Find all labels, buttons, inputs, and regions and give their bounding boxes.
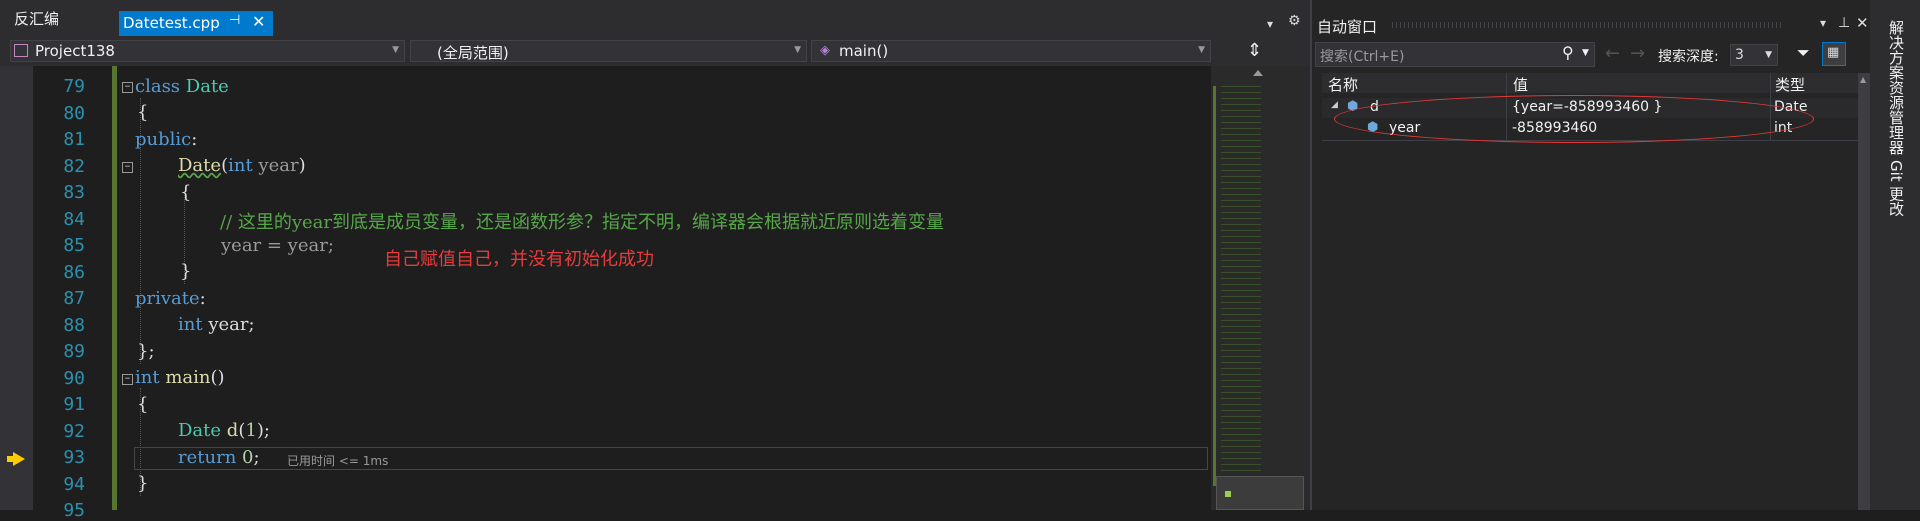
code-line-82: Date(int year) xyxy=(178,155,306,176)
code-line-89: }; xyxy=(137,341,155,362)
code-line-90: int main() xyxy=(135,367,225,388)
code-line-88: int year; xyxy=(178,314,255,335)
tab-label: Datetest.cpp xyxy=(123,14,220,32)
panel-splitter[interactable] xyxy=(1310,0,1312,510)
code-line-92: Date d(1); xyxy=(178,420,270,441)
tab-list-dropdown-icon[interactable]: ▾ xyxy=(1267,17,1273,31)
tab-disassembly[interactable]: 反汇编 xyxy=(14,8,59,29)
col-header-value[interactable]: 值 xyxy=(1506,73,1771,94)
window-position-dropdown-icon[interactable]: ▾ xyxy=(1820,16,1826,30)
line-number: 83 xyxy=(63,182,85,203)
search-forward-arrow-icon[interactable]: → xyxy=(1630,43,1645,64)
code-line-93: return 0; xyxy=(178,447,260,468)
project-label: Project138 xyxy=(35,42,115,60)
col-header-type[interactable]: 类型 xyxy=(1770,73,1859,94)
scroll-up-icon[interactable] xyxy=(1253,70,1263,76)
line-number: 94 xyxy=(63,473,85,495)
fold-toggle[interactable]: − xyxy=(122,374,133,385)
line-number: 86 xyxy=(63,261,85,283)
annotation-text: 自己赋值自己，并没有初始化成功 xyxy=(384,249,654,270)
autos-title-bar: 自动窗口 ▾ ⊥ ✕ xyxy=(1312,14,1869,36)
line-number: 88 xyxy=(63,314,85,336)
search-input[interactable]: 搜索(Ctrl+E) ⚲ ▼ xyxy=(1315,42,1595,67)
highlight-ellipse xyxy=(1334,95,1814,143)
current-line-arrow-tail xyxy=(7,456,14,462)
code-line-80: { xyxy=(137,102,149,123)
current-line-arrow-icon xyxy=(13,452,25,466)
chevron-down-icon: ▼ xyxy=(1765,50,1772,60)
code-line-94: } xyxy=(137,473,149,494)
code-line-83: { xyxy=(180,182,192,203)
minimap[interactable] xyxy=(1211,66,1310,510)
close-icon[interactable]: ✕ xyxy=(1856,14,1869,32)
code-line-84-comment: // 这里的year到底是成员变量，还是函数形参？指定不明，编译器会根据就近原则… xyxy=(220,212,945,233)
split-window-icon[interactable]: ⇕ xyxy=(1247,40,1262,61)
pin-icon[interactable]: ⊣ xyxy=(229,13,240,28)
line-number: 81 xyxy=(63,129,85,150)
chevron-down-icon: ▼ xyxy=(392,45,399,55)
search-back-arrow-icon[interactable]: ← xyxy=(1605,43,1620,64)
minimap-viewport[interactable] xyxy=(1216,476,1304,510)
code-line-79: class Date xyxy=(135,76,229,97)
line-number: 80 xyxy=(63,102,85,124)
line-number: 82 xyxy=(63,155,85,177)
line-number: 85 xyxy=(63,235,85,256)
method-icon: ◈ xyxy=(820,43,830,58)
scope-dropdown[interactable]: (全局范围) ▼ xyxy=(410,40,807,62)
sidebar-tab-solution-explorer[interactable]: 解决方案资源管理器 xyxy=(1886,20,1907,155)
title-grip xyxy=(1392,22,1782,28)
scroll-up-icon[interactable]: ▲ xyxy=(1860,75,1866,84)
member-label: main() xyxy=(839,42,889,60)
code-line-86: } xyxy=(180,261,192,282)
close-icon[interactable]: ✕ xyxy=(252,12,265,31)
line-number: 90 xyxy=(63,367,85,389)
code-line-81: public: xyxy=(135,129,198,150)
line-number: 91 xyxy=(63,394,85,415)
col-header-name[interactable]: 名称 xyxy=(1322,73,1506,94)
expander-triangle-icon[interactable]: ◢ xyxy=(1331,100,1338,110)
minimap-current-marker xyxy=(1225,491,1231,497)
search-depth-select[interactable]: 3 ▼ xyxy=(1730,44,1778,66)
line-number: 84 xyxy=(63,208,85,230)
fold-toggle[interactable]: − xyxy=(122,82,133,93)
line-number: 79 xyxy=(63,76,85,97)
breakpoint-margin[interactable] xyxy=(0,66,33,510)
tab-datetest-cpp[interactable]: Datetest.cpp ⊣ ✕ xyxy=(119,11,273,36)
line-number: 95 xyxy=(63,500,85,521)
tool-window-sidebar: 解决方案资源管理器 Git 更改 xyxy=(1870,0,1920,510)
settings-icon[interactable]: ⚙ xyxy=(1288,13,1301,29)
filter-icon[interactable]: ⏷ xyxy=(1797,43,1810,63)
chevron-down-icon: ▼ xyxy=(1198,45,1205,55)
search-depth-label: 搜索深度: xyxy=(1658,49,1719,65)
search-depth-value: 3 xyxy=(1735,47,1744,63)
change-tracking-bar xyxy=(112,66,117,510)
autos-title: 自动窗口 xyxy=(1317,18,1378,36)
code-line-87: private: xyxy=(135,288,206,309)
document-tab-bar: 反汇编 Datetest.cpp ⊣ ✕ ▾ ⚙ xyxy=(0,0,1310,36)
line-number: 93 xyxy=(63,447,85,468)
code-line-91: { xyxy=(137,394,149,415)
member-dropdown[interactable]: ◈ main() ▼ xyxy=(811,40,1211,62)
scope-label: (全局范围) xyxy=(437,44,509,62)
project-dropdown[interactable]: Project138 ▼ xyxy=(10,40,405,62)
sidebar-tab-git-changes[interactable]: Git 更改 xyxy=(1886,160,1907,216)
perf-tip[interactable]: 已用时间 <= 1ms xyxy=(287,452,388,469)
fold-toggle[interactable]: − xyxy=(122,162,133,173)
line-number: 87 xyxy=(63,288,85,309)
minimap-change-bar xyxy=(1213,86,1216,486)
search-icon[interactable]: ⚲ xyxy=(1562,43,1574,62)
view-toggle-button[interactable]: ▦ xyxy=(1822,42,1846,66)
line-number: 89 xyxy=(63,341,85,362)
line-number: 92 xyxy=(63,420,85,442)
search-placeholder: 搜索(Ctrl+E) xyxy=(1320,49,1405,65)
navigation-bar: Project138 ▼ (全局范围) ▼ ◈ main() ▼ ⇕ xyxy=(0,36,1310,67)
grid-view-icon: ▦ xyxy=(1827,45,1840,60)
pin-icon[interactable]: ⊥ xyxy=(1838,15,1850,31)
search-options-dropdown-icon[interactable]: ▼ xyxy=(1582,48,1589,58)
autos-scrollbar[interactable]: ▲ xyxy=(1858,73,1870,510)
project-icon xyxy=(14,44,28,57)
chevron-down-icon: ▼ xyxy=(794,45,801,55)
minimap-code-preview xyxy=(1221,86,1261,486)
code-line-85: year = year; xyxy=(221,235,334,256)
